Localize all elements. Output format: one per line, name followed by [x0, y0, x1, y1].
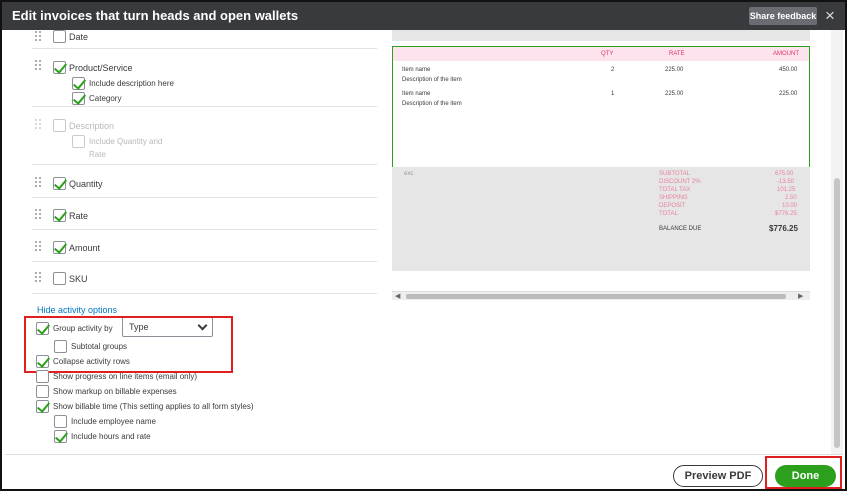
drag-handle-icon[interactable] [35, 272, 44, 282]
dialog-title: Edit invoices that turn heads and open w… [12, 8, 299, 23]
quantity-checkbox[interactable] [53, 177, 66, 190]
category-label: Category [89, 94, 122, 103]
quantity-label: Quantity [69, 179, 103, 189]
scrollbar-thumb[interactable] [406, 294, 786, 299]
discount-value: -13.50 [777, 179, 795, 185]
close-icon[interactable]: × [825, 5, 835, 27]
include-description-checkbox[interactable] [72, 77, 85, 90]
show-markup-checkbox[interactable] [36, 385, 49, 398]
rate-header: RATE [669, 51, 685, 57]
preview-pdf-button[interactable]: Preview PDF [673, 465, 763, 487]
horizontal-scrollbar[interactable]: ◀ ▶ [392, 291, 810, 300]
vertical-scrollbar[interactable] [831, 30, 843, 454]
invoice-totals-area: exc SUBTOTAL 675.00 DISCOUNT 2% -13.50 T… [392, 167, 810, 271]
title-bar: Edit invoices that turn heads and open w… [2, 2, 845, 30]
share-feedback-button[interactable]: Share feedback [749, 7, 817, 25]
rate-label: Rate [69, 211, 89, 221]
drag-handle-icon[interactable] [35, 209, 44, 219]
preview-top-strip [392, 30, 810, 41]
invoice-preview: QTY RATE AMOUNT Item name Description of… [392, 30, 810, 300]
item-name: Item name [402, 67, 431, 73]
description-label: Description [69, 121, 115, 131]
footer-divider [5, 454, 843, 455]
invoice-table-box: QTY RATE AMOUNT Item name Description of… [392, 46, 810, 176]
drag-handle-icon[interactable] [35, 31, 44, 41]
total-tax-label: TOTAL TAX [659, 187, 691, 193]
include-quantity-rate-label: Include Quantity and [89, 137, 163, 146]
item-qty: 2 [611, 67, 615, 73]
drag-handle-icon[interactable] [35, 119, 44, 129]
dialog: Edit invoices that turn heads and open w… [0, 0, 847, 491]
hide-activity-options-link[interactable]: Hide activity options [37, 305, 117, 315]
deposit-label: DEPOSIT [659, 203, 686, 209]
drag-handle-icon[interactable] [35, 60, 44, 70]
highlight-box [24, 316, 233, 373]
include-quantity-rate-checkbox [72, 135, 85, 148]
include-employee-label: Include employee name [71, 417, 156, 426]
product-service-checkbox[interactable] [53, 61, 66, 74]
include-quantity-rate-label-2: Rate [89, 150, 106, 159]
discount-label: DISCOUNT 2% [659, 179, 701, 185]
subtotal-value: 675.00 [775, 171, 794, 177]
show-billable-time-checkbox[interactable] [36, 400, 49, 413]
shipping-label: SHIPPING [659, 195, 688, 201]
deposit-value: 10.00 [782, 203, 798, 209]
description-checkbox [53, 119, 66, 132]
total-label: TOTAL [659, 211, 678, 217]
rate-checkbox[interactable] [53, 209, 66, 222]
date-checkbox[interactable] [53, 30, 66, 43]
item-rate: 225.00 [665, 67, 684, 73]
include-hours-label: Include hours and rate [71, 432, 151, 441]
amount-checkbox[interactable] [53, 241, 66, 254]
balance-due-label: BALANCE DUE [659, 226, 702, 232]
include-employee-checkbox[interactable] [54, 415, 67, 428]
item-desc: Description of the item [402, 101, 462, 107]
item-name: Item name [402, 91, 431, 97]
scroll-left-icon[interactable]: ◀ [395, 292, 400, 300]
balance-due-value: $776.25 [769, 224, 798, 233]
show-markup-label: Show markup on billable expenses [53, 387, 177, 396]
item-rate: 225.00 [665, 91, 684, 97]
include-description-label: Include description here [89, 79, 174, 88]
show-progress-checkbox[interactable] [36, 370, 49, 383]
item-desc: Description of the item [402, 77, 462, 83]
product-service-label: Product/Service [69, 63, 133, 73]
highlight-box [765, 456, 842, 489]
show-billable-time-label: Show billable time (This setting applies… [53, 402, 254, 411]
invoice-table-header: QTY RATE AMOUNT [393, 47, 809, 61]
total-value: $776.25 [775, 211, 797, 217]
date-label: Date [69, 32, 89, 42]
show-progress-label: Show progress on line items (email only) [53, 372, 198, 381]
tax-flag: exc [404, 171, 414, 177]
shipping-value: 2.50 [785, 195, 797, 201]
category-checkbox[interactable] [72, 92, 85, 105]
scroll-right-icon[interactable]: ▶ [798, 292, 803, 300]
scrollbar-thumb[interactable] [834, 178, 840, 448]
sku-checkbox[interactable] [53, 272, 66, 285]
drag-handle-icon[interactable] [35, 177, 44, 187]
include-hours-checkbox[interactable] [54, 430, 67, 443]
sku-label: SKU [69, 274, 88, 284]
item-qty: 1 [611, 91, 615, 97]
item-amount: 225.00 [779, 91, 798, 97]
total-tax-value: 101.25 [777, 187, 796, 193]
item-amount: 450.00 [779, 67, 798, 73]
subtotal-label: SUBTOTAL [659, 171, 691, 177]
amount-label: Amount [69, 243, 101, 253]
amount-header: AMOUNT [773, 51, 799, 57]
qty-header: QTY [601, 51, 614, 57]
drag-handle-icon[interactable] [35, 241, 44, 251]
